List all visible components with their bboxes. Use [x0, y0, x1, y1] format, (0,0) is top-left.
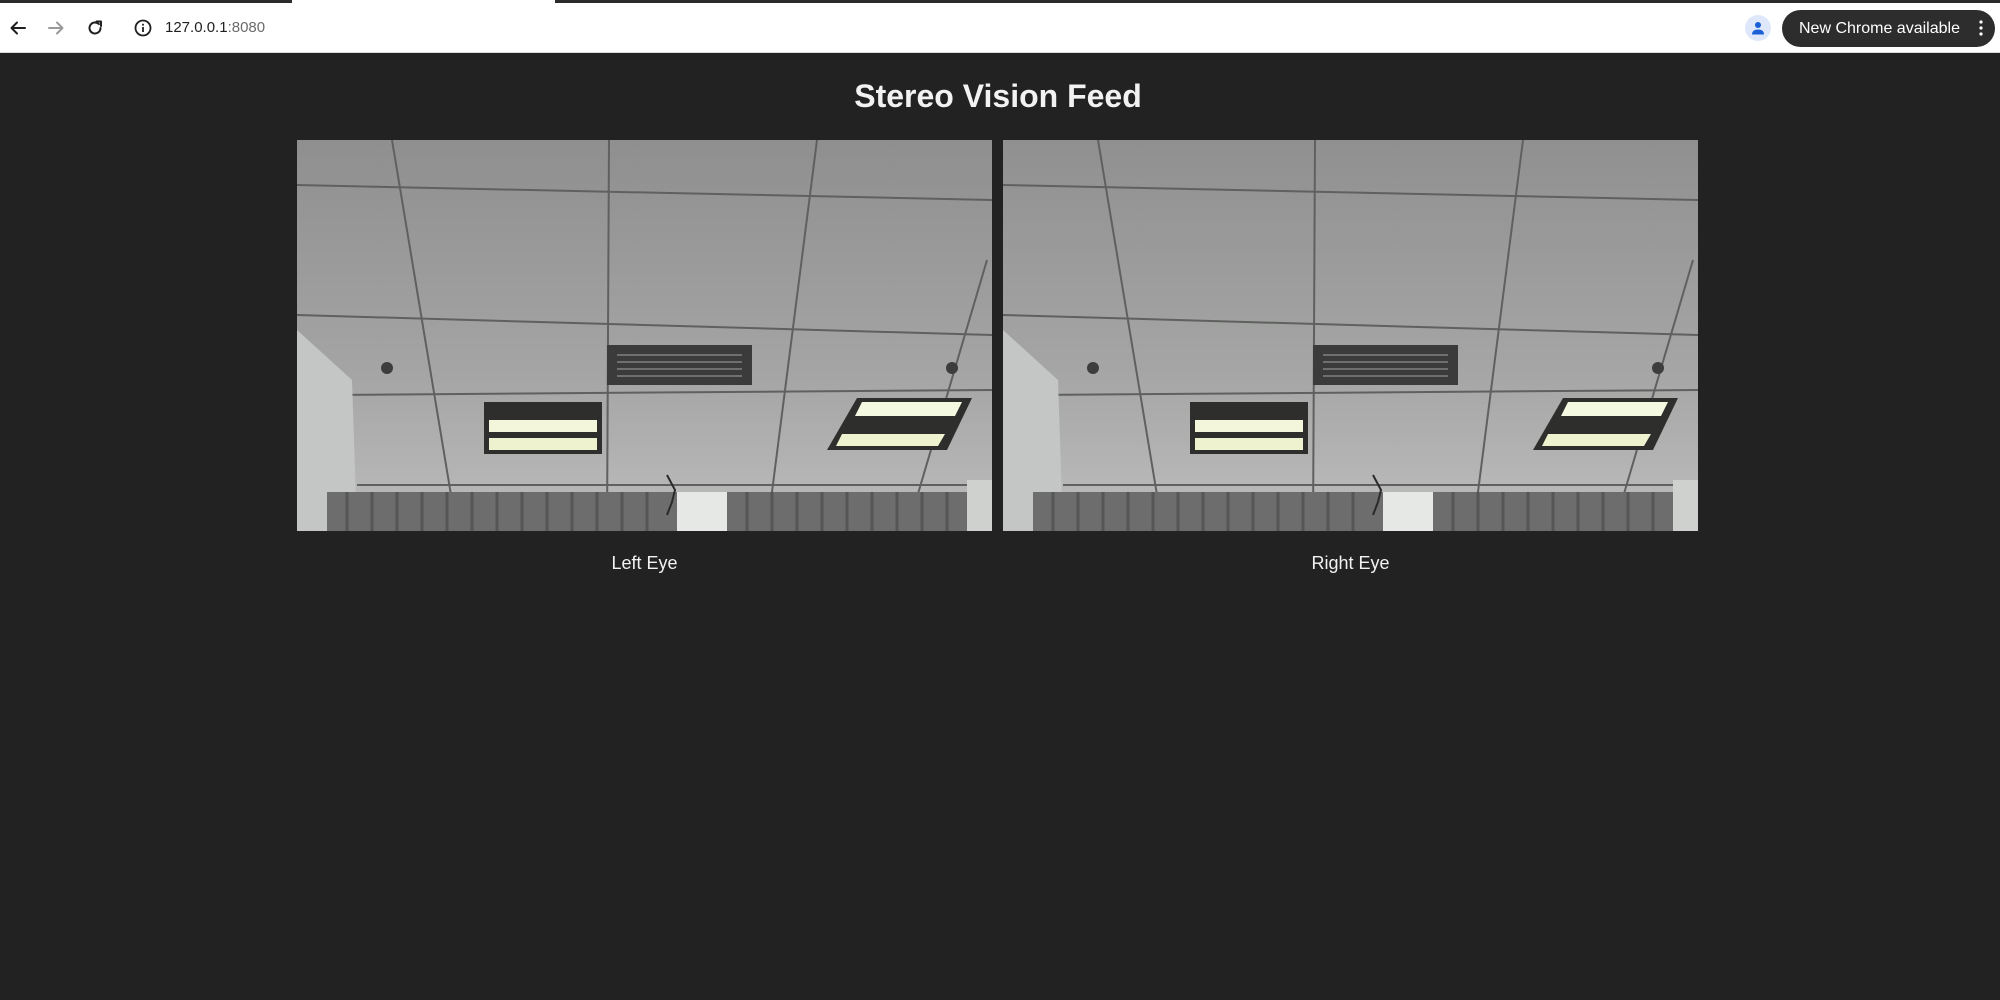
address-bar[interactable]: 127.0.0.1:8080 [125, 9, 1834, 47]
reload-button[interactable] [80, 13, 110, 43]
left-eye-image [297, 140, 992, 531]
page-content: Stereo Vision Feed Left Eye Right Eye [0, 54, 2000, 1000]
right-eye-feed: Right Eye [1003, 140, 1698, 574]
right-eye-caption: Right Eye [1311, 553, 1390, 573]
profile-button[interactable] [1745, 15, 1771, 41]
browser-toolbar: 127.0.0.1:8080 New Chrome available [0, 3, 2000, 53]
forward-button[interactable] [41, 13, 71, 43]
page-title: Stereo Vision Feed [854, 78, 1142, 114]
right-eye-image [1003, 140, 1698, 531]
left-eye-feed: Left Eye [297, 140, 992, 574]
left-eye-caption: Left Eye [611, 553, 678, 573]
update-label: New Chrome available [1799, 20, 1960, 37]
arrow-left-icon [10, 21, 26, 35]
url-text[interactable]: 127.0.0.1:8080 [165, 18, 265, 38]
url-host: 127.0.0.1 [165, 19, 228, 36]
arrow-right-icon [48, 21, 64, 35]
info-icon[interactable] [133, 18, 153, 38]
kebab-menu-icon [1979, 20, 1983, 36]
person-icon [1752, 22, 1764, 35]
back-button[interactable] [3, 13, 33, 43]
url-port: :8080 [227, 19, 266, 36]
new-chrome-available-button[interactable]: New Chrome available [1782, 10, 1995, 47]
reload-icon [88, 20, 102, 35]
